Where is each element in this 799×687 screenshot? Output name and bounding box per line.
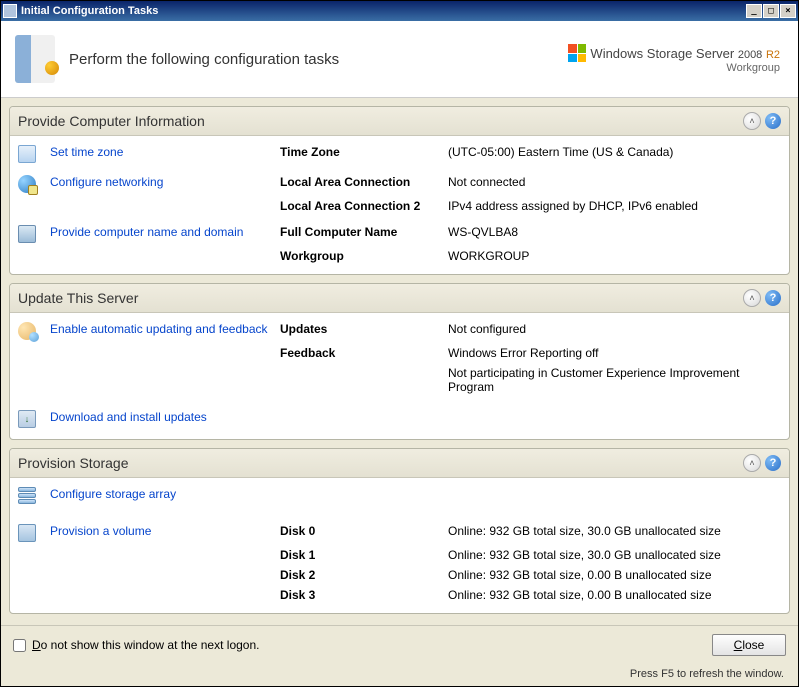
footer: Do not show this window at the next logo… bbox=[1, 625, 798, 664]
do-not-show-label[interactable]: Do not show this window at the next logo… bbox=[32, 638, 259, 652]
value: Online: 932 GB total size, 0.00 B unallo… bbox=[442, 565, 789, 585]
clock-icon bbox=[18, 145, 36, 163]
configure-storage-link[interactable]: Configure storage array bbox=[50, 487, 176, 501]
computer-icon bbox=[18, 225, 36, 243]
brand: Windows Storage Server 2008 R2 Workgroup bbox=[568, 44, 780, 74]
label bbox=[274, 363, 442, 397]
label: Full Computer Name bbox=[274, 222, 442, 246]
value: WS-QVLBA8 bbox=[442, 222, 789, 246]
window-title: Initial Configuration Tasks bbox=[21, 5, 746, 17]
header-subtitle: Perform the following configuration task… bbox=[69, 51, 568, 68]
label: Workgroup bbox=[274, 246, 442, 266]
window: Initial Configuration Tasks _ □ × Perfor… bbox=[0, 0, 799, 687]
set-time-zone-link[interactable]: Set time zone bbox=[50, 145, 123, 159]
group-header: Provide Computer Information ˄ ? bbox=[10, 107, 789, 136]
brand-sub: Workgroup bbox=[568, 62, 780, 74]
enable-updates-link[interactable]: Enable automatic updating and feedback bbox=[50, 322, 268, 336]
task-row: Local Area Connection 2 IPv4 address ass… bbox=[10, 196, 789, 216]
value: (UTC-05:00) Eastern Time (US & Canada) bbox=[442, 142, 789, 166]
group-header: Provision Storage ˄ ? bbox=[10, 449, 789, 478]
group-title: Provision Storage bbox=[18, 455, 743, 471]
minimize-button[interactable]: _ bbox=[746, 4, 762, 18]
do-not-show-checkbox[interactable] bbox=[13, 639, 26, 652]
windows-logo-icon bbox=[568, 44, 586, 62]
value: WORKGROUP bbox=[442, 246, 789, 266]
value: IPv4 address assigned by DHCP, IPv6 enab… bbox=[442, 196, 789, 216]
label: Time Zone bbox=[274, 142, 442, 166]
task-row: Workgroup WORKGROUP bbox=[10, 246, 789, 266]
help-button[interactable]: ? bbox=[765, 113, 781, 129]
value: Not configured bbox=[442, 319, 789, 343]
status-bar: Press F5 to refresh the window. bbox=[1, 664, 798, 686]
group-provision-storage: Provision Storage ˄ ? Configure storage … bbox=[9, 448, 790, 614]
collapse-button[interactable]: ˄ bbox=[743, 289, 761, 307]
group-update-server: Update This Server ˄ ? Enable automatic … bbox=[9, 283, 790, 440]
task-row: Configure storage array bbox=[10, 484, 789, 513]
server-icon bbox=[15, 35, 55, 83]
brand-main: Windows Storage Server 2008 R2 bbox=[590, 46, 780, 61]
content: Provide Computer Information ˄ ? Set tim… bbox=[1, 98, 798, 625]
task-row: Feedback Windows Error Reporting off bbox=[10, 343, 789, 363]
help-button[interactable]: ? bbox=[765, 455, 781, 471]
users-icon bbox=[18, 322, 36, 340]
label: Local Area Connection bbox=[274, 172, 442, 196]
label: Disk 1 bbox=[274, 545, 442, 565]
label: Feedback bbox=[274, 343, 442, 363]
task-row: Disk 3 Online: 932 GB total size, 0.00 B… bbox=[10, 585, 789, 605]
titlebar: Initial Configuration Tasks _ □ × bbox=[1, 1, 798, 21]
group-title: Provide Computer Information bbox=[18, 113, 743, 129]
header: Perform the following configuration task… bbox=[1, 21, 798, 98]
label: Disk 0 bbox=[274, 521, 442, 545]
task-row: Provision a volume Disk 0 Online: 932 GB… bbox=[10, 521, 789, 545]
computer-name-link[interactable]: Provide computer name and domain bbox=[50, 225, 243, 239]
download-updates-link[interactable]: Download and install updates bbox=[50, 410, 207, 424]
storage-icon bbox=[18, 487, 36, 507]
download-icon bbox=[18, 410, 36, 428]
value: Not connected bbox=[442, 172, 789, 196]
configure-networking-link[interactable]: Configure networking bbox=[50, 175, 163, 189]
label: Disk 3 bbox=[274, 585, 442, 605]
value: Online: 932 GB total size, 30.0 GB unall… bbox=[442, 521, 789, 545]
volume-icon bbox=[18, 524, 36, 542]
value: Windows Error Reporting off bbox=[442, 343, 789, 363]
collapse-button[interactable]: ˄ bbox=[743, 112, 761, 130]
value: Online: 932 GB total size, 0.00 B unallo… bbox=[442, 585, 789, 605]
app-icon bbox=[3, 4, 17, 18]
provision-volume-link[interactable]: Provision a volume bbox=[50, 524, 151, 538]
task-row: Download and install updates bbox=[10, 407, 789, 431]
close-window-button[interactable]: × bbox=[780, 4, 796, 18]
collapse-button[interactable]: ˄ bbox=[743, 454, 761, 472]
group-title: Update This Server bbox=[18, 290, 743, 306]
label: Disk 2 bbox=[274, 565, 442, 585]
value: Online: 932 GB total size, 30.0 GB unall… bbox=[442, 545, 789, 565]
close-button[interactable]: Close bbox=[712, 634, 786, 656]
group-computer-info: Provide Computer Information ˄ ? Set tim… bbox=[9, 106, 790, 275]
task-row: Not participating in Customer Experience… bbox=[10, 363, 789, 397]
task-row: Disk 1 Online: 932 GB total size, 30.0 G… bbox=[10, 545, 789, 565]
group-header: Update This Server ˄ ? bbox=[10, 284, 789, 313]
label: Local Area Connection 2 bbox=[274, 196, 442, 216]
help-button[interactable]: ? bbox=[765, 290, 781, 306]
task-row: Set time zone Time Zone (UTC-05:00) East… bbox=[10, 142, 789, 166]
value: Not participating in Customer Experience… bbox=[442, 363, 789, 397]
task-row: Provide computer name and domain Full Co… bbox=[10, 222, 789, 246]
label: Updates bbox=[274, 319, 442, 343]
network-icon bbox=[18, 175, 36, 193]
task-row: Disk 2 Online: 932 GB total size, 0.00 B… bbox=[10, 565, 789, 585]
task-row: Enable automatic updating and feedback U… bbox=[10, 319, 789, 343]
maximize-button[interactable]: □ bbox=[763, 4, 779, 18]
task-row: Configure networking Local Area Connecti… bbox=[10, 172, 789, 196]
